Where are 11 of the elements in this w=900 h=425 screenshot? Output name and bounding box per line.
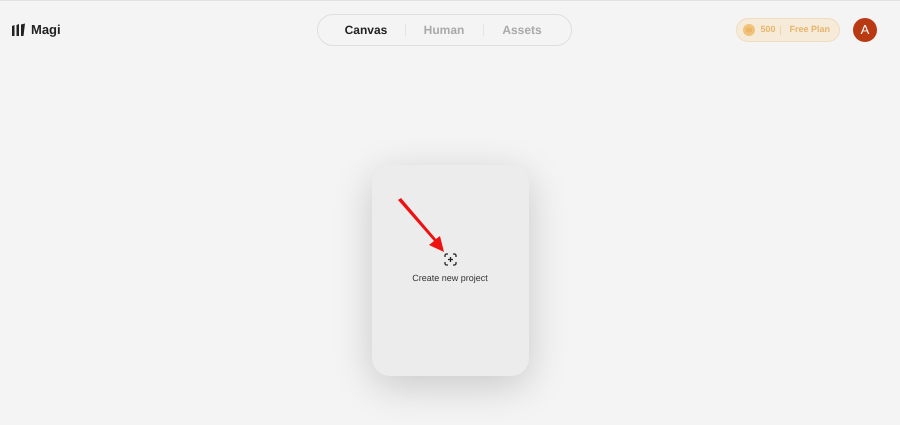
credit-count: 500 — [760, 23, 776, 36]
new-project-card[interactable]: Create new project — [372, 165, 528, 376]
create-label: Create new project — [412, 272, 488, 285]
tab[interactable]: Canvas — [328, 21, 404, 39]
coin-icon — [743, 24, 756, 36]
plan-name: Free Plan — [788, 23, 831, 36]
add-icon — [444, 253, 456, 266]
brand-name: Magi — [31, 21, 61, 40]
user-avatar[interactable]: A — [853, 18, 877, 42]
logo-icon — [11, 23, 26, 37]
pointer-arrow — [396, 198, 446, 253]
